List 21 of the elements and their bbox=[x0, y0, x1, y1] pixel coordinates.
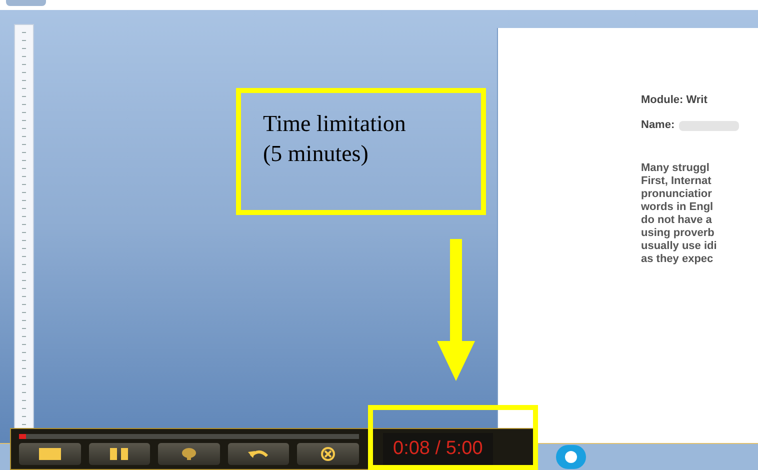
pause-button[interactable] bbox=[88, 442, 150, 464]
document-heading: Module: Writ bbox=[641, 94, 708, 107]
down-arrow-icon bbox=[437, 239, 475, 381]
name-label: Name: bbox=[641, 119, 675, 132]
paragraph-line: as they expec bbox=[641, 253, 714, 266]
undo-button[interactable] bbox=[228, 442, 290, 464]
paragraph-line: words in Engl bbox=[641, 201, 714, 214]
mic-button[interactable] bbox=[158, 442, 220, 464]
stop-button[interactable] bbox=[19, 442, 81, 464]
paragraph-line: using proverb bbox=[641, 227, 716, 240]
paragraph-line: do not have a bbox=[641, 214, 713, 227]
paragraph-line: Many struggl bbox=[641, 162, 710, 175]
paragraph-line: usually use idi bbox=[641, 240, 718, 253]
annotation-text: (5 minutes) bbox=[263, 140, 370, 168]
paragraph-line: First, Internat bbox=[641, 175, 712, 188]
chat-app-icon[interactable] bbox=[556, 445, 586, 469]
blurred-name bbox=[678, 120, 739, 130]
cancel-button[interactable] bbox=[297, 442, 359, 464]
timer-display: 0:08 / 5:00 bbox=[383, 433, 493, 465]
annotation-text: Time limitation bbox=[263, 110, 407, 138]
paragraph-line: pronunciatior bbox=[641, 188, 713, 201]
